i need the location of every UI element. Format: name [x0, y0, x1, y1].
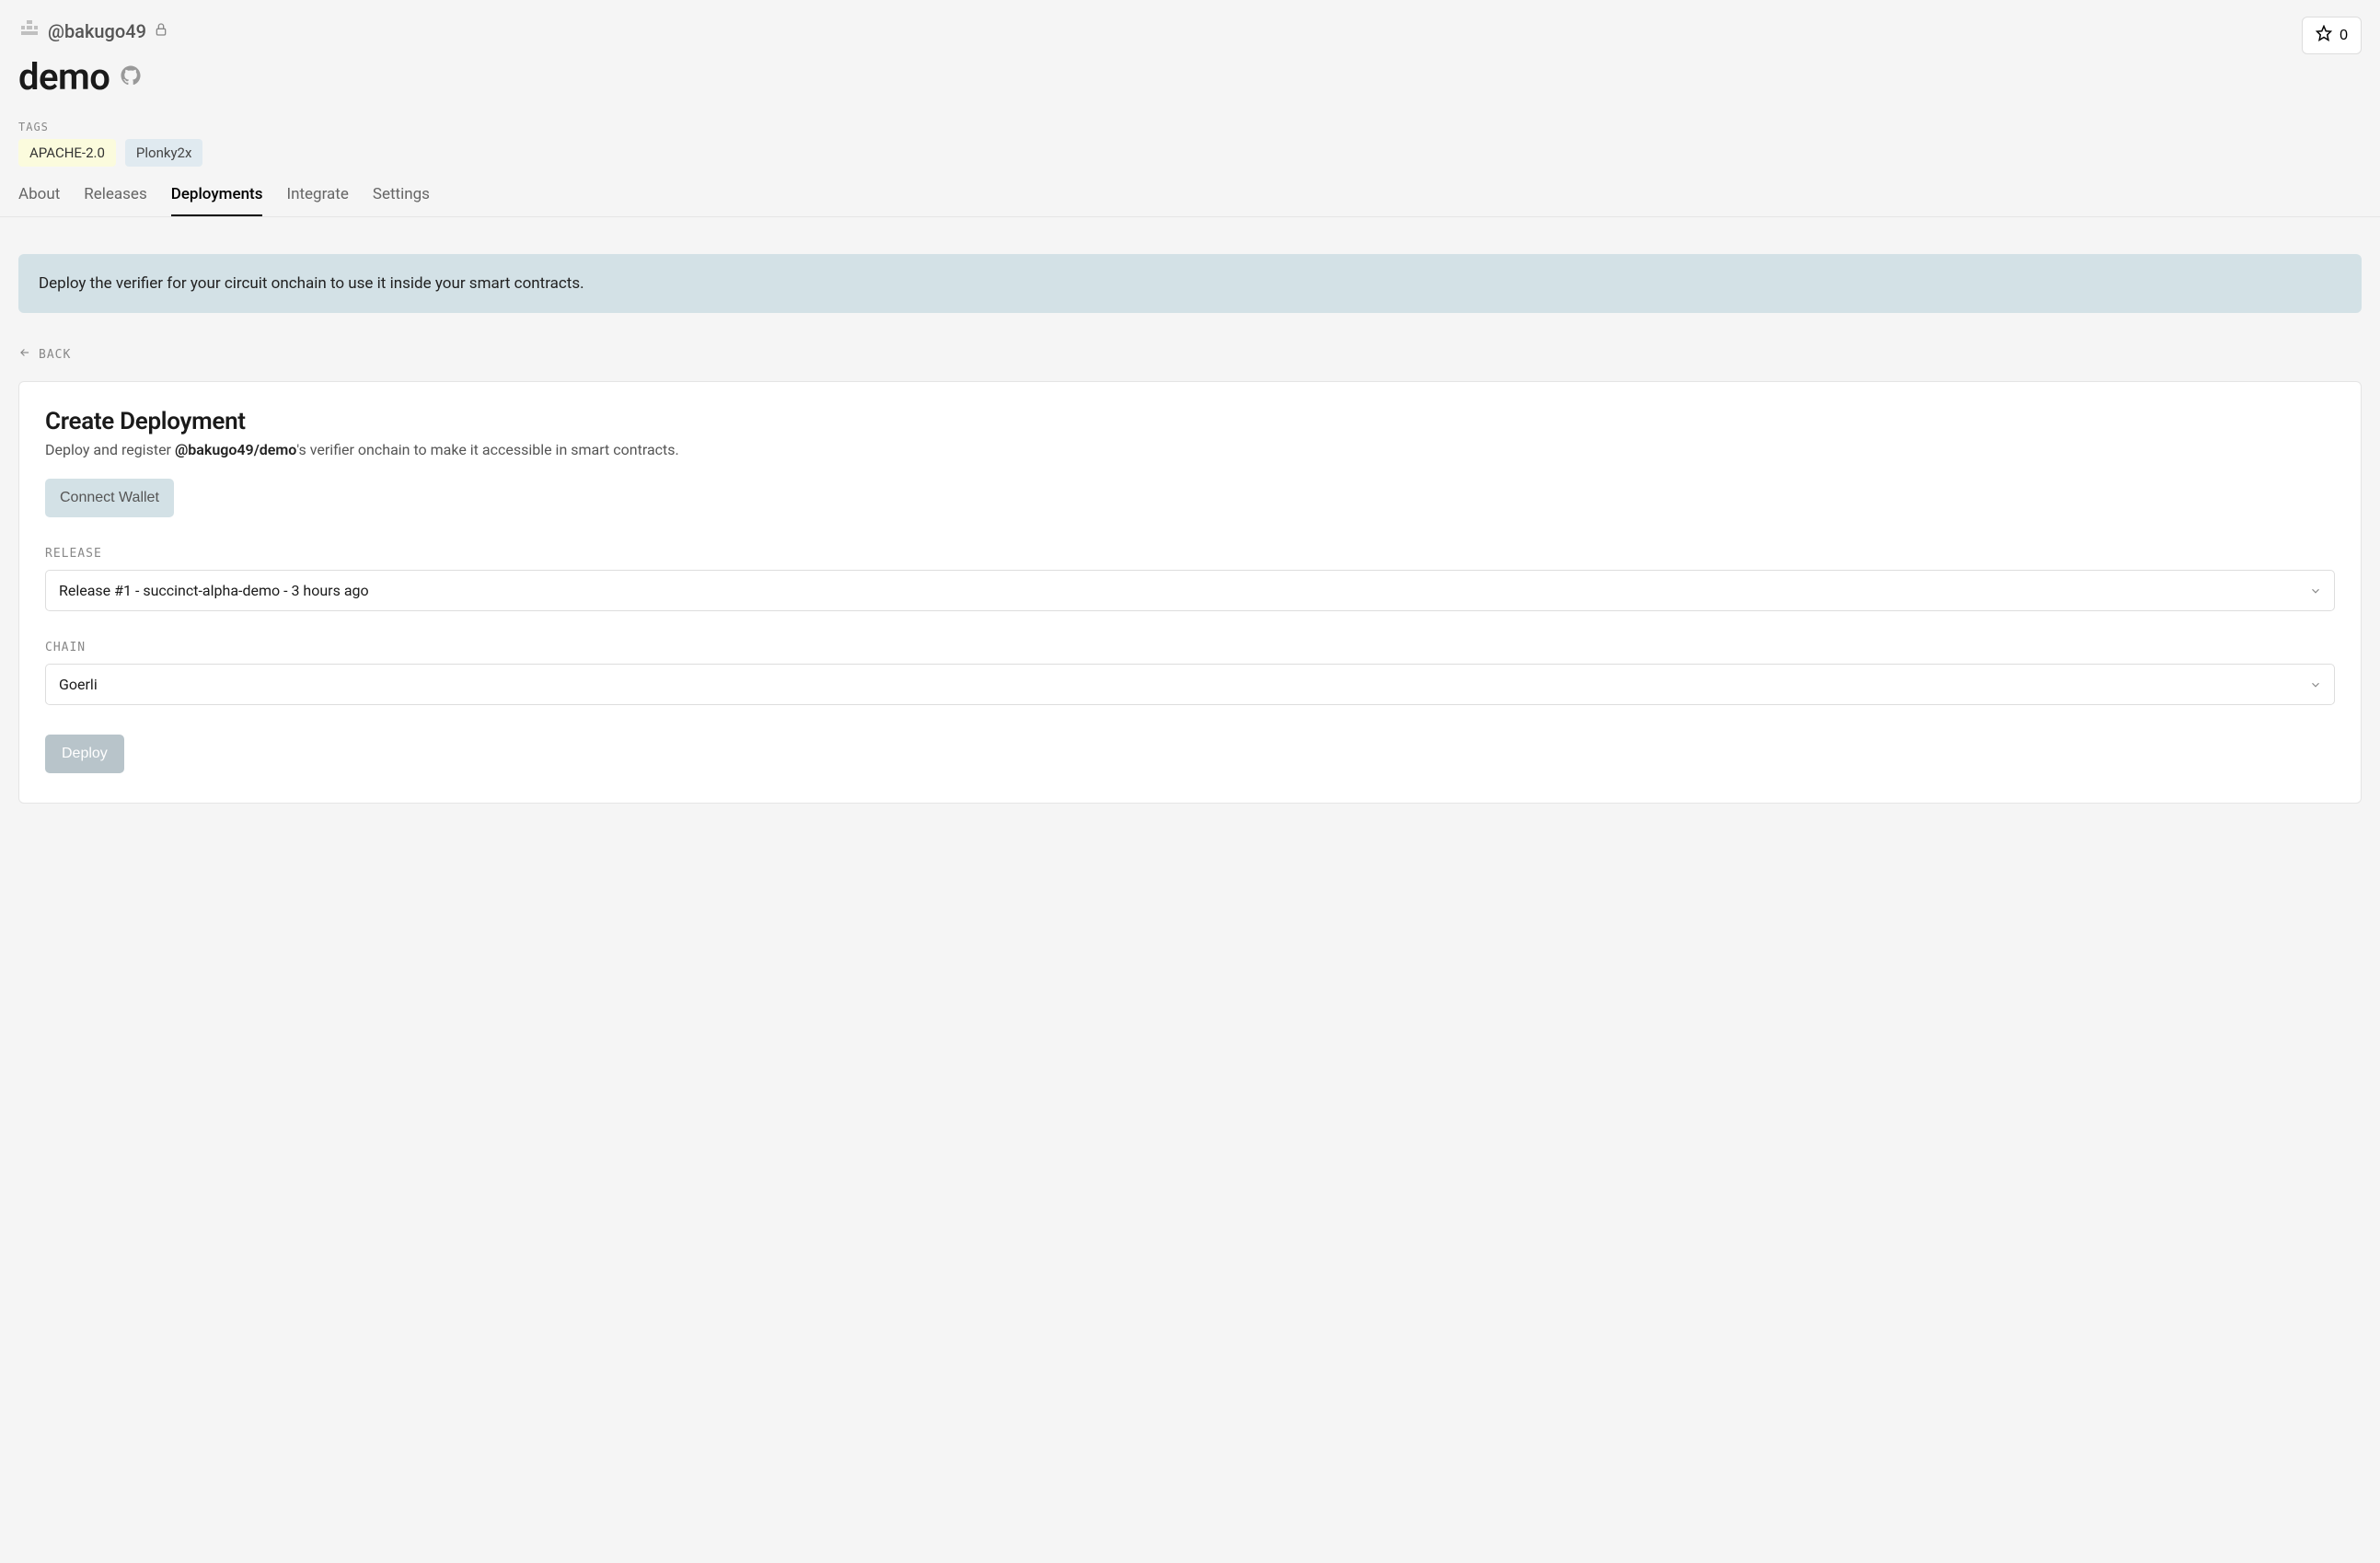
- deploy-button[interactable]: Deploy: [45, 735, 124, 773]
- tag-license[interactable]: APACHE-2.0: [18, 139, 116, 167]
- release-label: RELEASE: [45, 547, 2335, 561]
- notice-banner: Deploy the verifier for your circuit onc…: [18, 254, 2362, 313]
- release-select[interactable]: Release #1 - succinct-alpha-demo - 3 hou…: [45, 570, 2335, 611]
- chain-value: Goerli: [59, 676, 98, 693]
- tab-integrate[interactable]: Integrate: [286, 185, 348, 216]
- star-icon: [2316, 25, 2332, 46]
- card-subtitle: Deploy and register @bakugo49/demo's ver…: [45, 441, 2335, 458]
- subtitle-suffix: 's verifier onchain to make it accessibl…: [296, 441, 678, 458]
- subtitle-prefix: Deploy and register: [45, 441, 175, 458]
- tab-releases[interactable]: Releases: [84, 185, 146, 216]
- arrow-left-icon: [18, 346, 31, 363]
- breadcrumb-user[interactable]: @bakugo49: [48, 20, 146, 42]
- subtitle-project: @bakugo49/demo: [175, 441, 296, 458]
- lock-icon: [154, 22, 168, 41]
- card-title: Create Deployment: [45, 408, 2335, 435]
- tabs: About Releases Deployments Integrate Set…: [0, 167, 2380, 217]
- star-button[interactable]: 0: [2302, 17, 2362, 54]
- create-deployment-card: Create Deployment Deploy and register @b…: [18, 381, 2362, 804]
- chain-label: CHAIN: [45, 641, 2335, 654]
- connect-wallet-button[interactable]: Connect Wallet: [45, 479, 174, 517]
- back-label: BACK: [39, 348, 71, 362]
- tab-deployments[interactable]: Deployments: [171, 185, 263, 216]
- user-avatar-icon: [18, 18, 40, 44]
- release-value: Release #1 - succinct-alpha-demo - 3 hou…: [59, 582, 369, 599]
- github-icon[interactable]: [121, 65, 141, 89]
- tags-label: TAGS: [0, 121, 2380, 133]
- breadcrumb: @bakugo49: [18, 18, 2362, 44]
- page-title: demo: [18, 55, 110, 98]
- tags: APACHE-2.0 Plonky2x: [0, 133, 2380, 167]
- tab-settings[interactable]: Settings: [373, 185, 430, 216]
- chain-select[interactable]: Goerli: [45, 664, 2335, 705]
- back-link[interactable]: BACK: [18, 346, 2362, 363]
- tag-framework[interactable]: Plonky2x: [125, 139, 203, 167]
- star-count: 0: [2340, 28, 2348, 44]
- tab-about[interactable]: About: [18, 185, 60, 216]
